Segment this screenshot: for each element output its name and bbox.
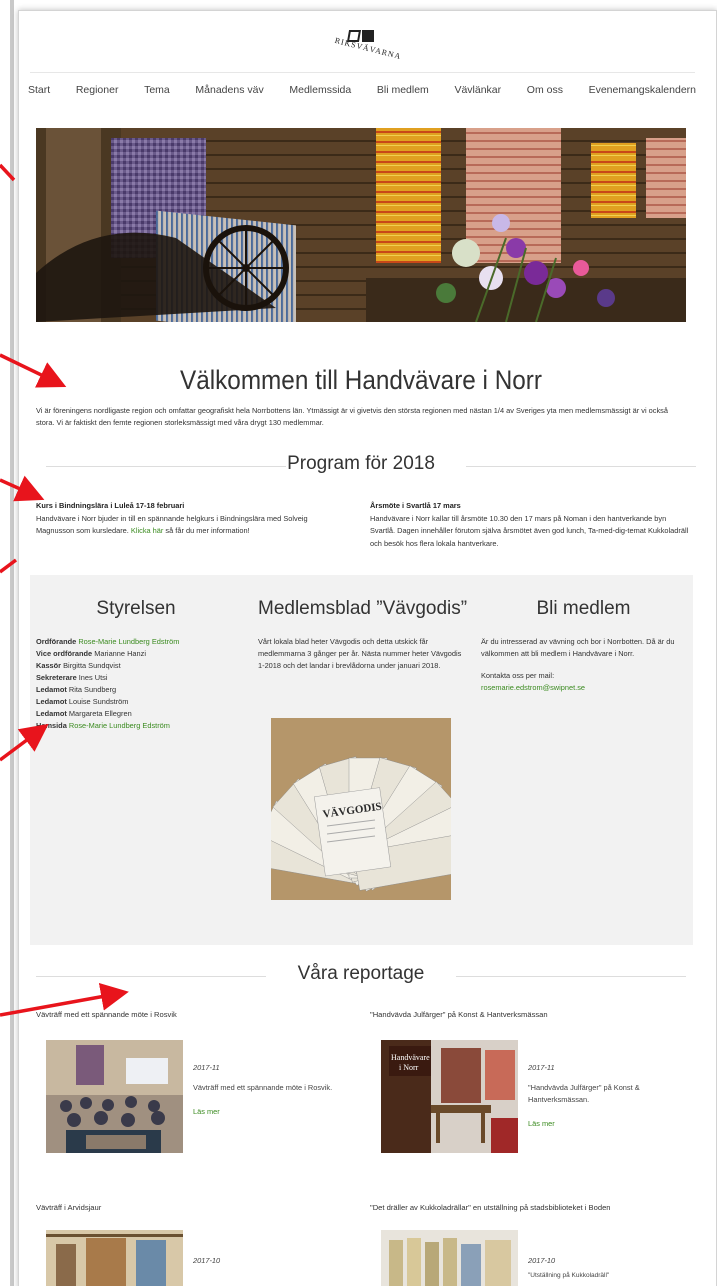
annotation-arrows (0, 163, 129, 1017)
annotation-arrow-4 (0, 558, 18, 574)
annotation-arrow-2 (0, 353, 67, 388)
annotation-arrow-3 (0, 475, 45, 502)
annotation-arrow-5 (0, 723, 49, 762)
annotation-arrow-1 (0, 163, 16, 182)
annotation-arrow-6 (0, 982, 129, 1017)
